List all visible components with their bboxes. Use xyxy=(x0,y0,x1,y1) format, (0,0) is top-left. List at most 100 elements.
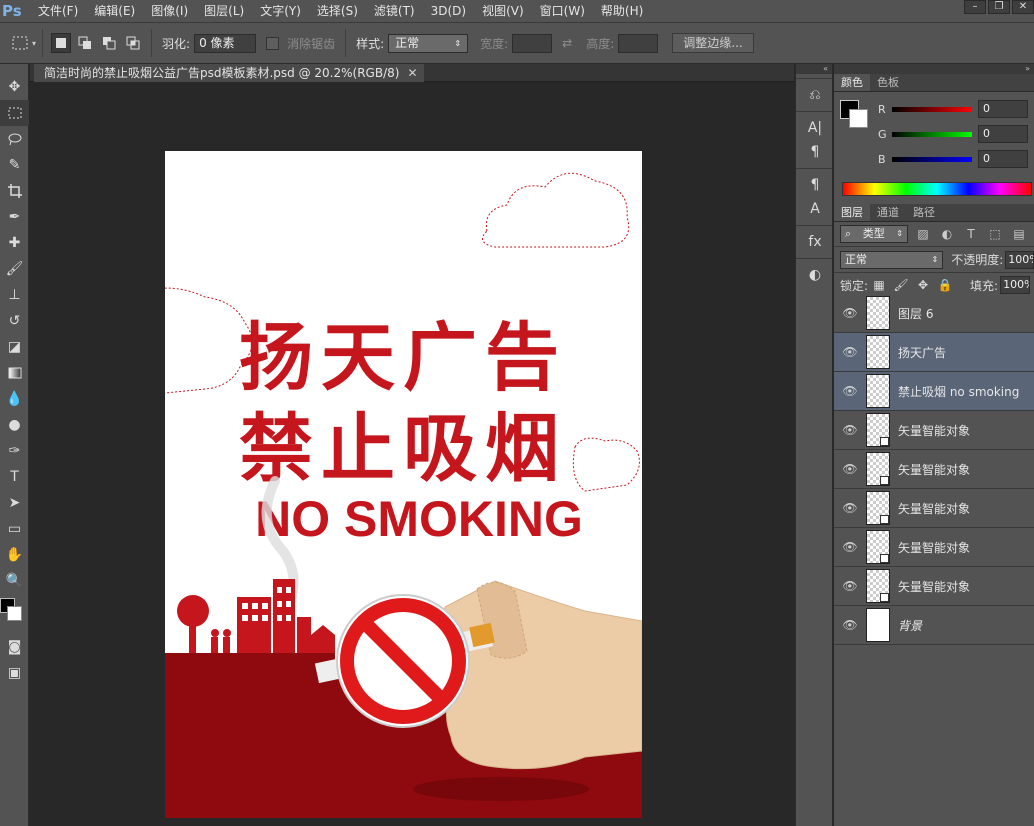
tab-layers[interactable]: 图层 xyxy=(834,204,870,221)
blue-slider[interactable] xyxy=(892,156,972,162)
menu-file[interactable]: 文件(F) xyxy=(30,0,86,22)
layer-row[interactable]: 👁 背景 xyxy=(834,606,1034,645)
antialias-checkbox[interactable] xyxy=(266,36,280,50)
color-panel-background[interactable] xyxy=(849,109,868,128)
document-canvas[interactable]: 扬天广告 禁止吸烟 NO SMOKING xyxy=(165,151,642,818)
document-tab[interactable]: 简洁时尚的禁止吸烟公益广告psd模板素材.psd @ 20.2%(RGB/8) … xyxy=(34,64,424,82)
menu-image[interactable]: 图像(I) xyxy=(143,0,196,22)
feather-input[interactable]: 0 像素 xyxy=(194,33,257,53)
menu-filter[interactable]: 滤镜(T) xyxy=(366,0,423,22)
layer-row[interactable]: 👁 禁止吸烟 no smoking xyxy=(834,372,1034,411)
visibility-eye-icon[interactable]: 👁 xyxy=(834,618,866,632)
eyedropper-tool-icon[interactable]: ✒ xyxy=(0,204,29,230)
filter-pixel-icon[interactable]: ▨ xyxy=(914,227,932,241)
type-tool-icon[interactable]: T xyxy=(0,464,29,490)
opacity-input[interactable]: 100% xyxy=(1005,250,1034,269)
visibility-eye-icon[interactable]: 👁 xyxy=(834,579,866,593)
visibility-eye-icon[interactable]: 👁 xyxy=(834,345,866,359)
swap-icon[interactable]: ⇄ xyxy=(562,36,572,50)
menu-select[interactable]: 选择(S) xyxy=(309,0,366,22)
screen-mode-icon[interactable]: ▣ xyxy=(0,660,29,686)
menu-type[interactable]: 文字(Y) xyxy=(252,0,309,22)
collapse-dock-icon[interactable]: « xyxy=(796,64,832,74)
new-selection-icon[interactable] xyxy=(51,33,72,53)
add-selection-icon[interactable] xyxy=(75,33,95,53)
tab-color[interactable]: 颜色 xyxy=(834,74,870,91)
intersect-selection-icon[interactable] xyxy=(123,33,143,53)
subtract-selection-icon[interactable] xyxy=(99,33,119,53)
eraser-tool-icon[interactable]: ◪ xyxy=(0,334,29,360)
layer-row[interactable]: 👁 图层 6 xyxy=(834,294,1034,333)
style-select[interactable]: 正常 ⇕ xyxy=(388,33,469,53)
layer-row[interactable]: 👁 扬天广告 xyxy=(834,333,1034,372)
lock-pixels-icon[interactable]: 🖌 xyxy=(890,278,912,292)
healing-tool-icon[interactable]: ✚ xyxy=(0,230,29,256)
visibility-eye-icon[interactable]: 👁 xyxy=(834,540,866,554)
visibility-eye-icon[interactable]: 👁 xyxy=(834,462,866,476)
layer-style-icon[interactable]: fx xyxy=(796,230,834,254)
lock-position-icon[interactable]: ✥ xyxy=(912,278,934,292)
width-input[interactable] xyxy=(512,33,553,53)
layer-row[interactable]: 👁 矢量智能对象 xyxy=(834,411,1034,450)
menu-help[interactable]: 帮助(H) xyxy=(593,0,651,22)
quick-select-tool-icon[interactable]: ✎ xyxy=(0,152,29,178)
red-slider[interactable] xyxy=(892,106,972,112)
menu-edit[interactable]: 编辑(E) xyxy=(86,0,143,22)
lasso-tool-icon[interactable] xyxy=(0,126,29,152)
tab-swatches[interactable]: 色板 xyxy=(870,74,906,91)
menu-window[interactable]: 窗口(W) xyxy=(532,0,593,22)
toolbar-grip[interactable] xyxy=(0,64,28,74)
adjustments-panel-icon[interactable]: ◐ xyxy=(796,263,834,287)
menu-3d[interactable]: 3D(D) xyxy=(423,0,474,22)
filter-type-icon[interactable]: T xyxy=(962,227,980,241)
filter-shape-icon[interactable]: ⬚ xyxy=(986,227,1004,241)
visibility-eye-icon[interactable]: 👁 xyxy=(834,501,866,515)
menu-layer[interactable]: 图层(L) xyxy=(196,0,252,22)
collapse-panels-icon[interactable]: » xyxy=(834,64,1034,74)
visibility-eye-icon[interactable]: 👁 xyxy=(834,306,866,320)
blur-tool-icon[interactable]: 💧 xyxy=(0,386,29,412)
layer-row[interactable]: 👁 矢量智能对象 xyxy=(834,489,1034,528)
tab-channels[interactable]: 通道 xyxy=(870,204,906,221)
green-slider[interactable] xyxy=(892,131,972,137)
refine-edge-button[interactable]: 调整边缘... xyxy=(672,33,754,53)
close-tab-icon[interactable]: ✕ xyxy=(407,64,417,82)
paragraph-style-icon[interactable]: ¶ xyxy=(796,173,834,197)
layer-row[interactable]: 👁 矢量智能对象 xyxy=(834,567,1034,606)
blend-mode-select[interactable]: 正常 ⇕ xyxy=(840,250,944,269)
paragraph-panel-icon[interactable]: ¶ xyxy=(796,140,834,164)
quick-mask-icon[interactable]: ◙ xyxy=(0,634,29,660)
character-panel-icon[interactable]: A| xyxy=(796,116,834,140)
blue-value-input[interactable]: 0 xyxy=(978,150,1028,168)
visibility-eye-icon[interactable]: 👁 xyxy=(834,384,866,398)
filter-adjustment-icon[interactable]: ◐ xyxy=(938,227,956,241)
maximize-icon[interactable]: ❐ xyxy=(988,0,1010,14)
pen-tool-icon[interactable]: ✑ xyxy=(0,438,29,464)
path-select-tool-icon[interactable]: ➤ xyxy=(0,490,29,516)
marquee-tool-icon[interactable] xyxy=(0,100,29,126)
chevron-down-icon[interactable]: ▾ xyxy=(32,39,36,48)
close-icon[interactable]: ✕ xyxy=(1012,0,1034,14)
marquee-preset-icon[interactable] xyxy=(10,33,30,53)
height-input[interactable] xyxy=(618,33,659,53)
minimize-icon[interactable]: – xyxy=(964,0,986,14)
layer-row[interactable]: 👁 矢量智能对象 xyxy=(834,528,1034,567)
green-value-input[interactable]: 0 xyxy=(978,125,1028,143)
hand-tool-icon[interactable]: ✋ xyxy=(0,542,29,568)
layer-filter-select[interactable]: ⌕ 类型 ⇕ xyxy=(840,225,908,243)
stamp-tool-icon[interactable]: ⊥ xyxy=(0,282,29,308)
background-color-swatch[interactable] xyxy=(7,606,22,621)
brush-tool-icon[interactable]: 🖌 xyxy=(0,256,29,282)
red-value-input[interactable]: 0 xyxy=(978,100,1028,118)
history-brush-icon[interactable]: ↺ xyxy=(0,308,29,334)
layer-row[interactable]: 👁 矢量智能对象 xyxy=(834,450,1034,489)
crop-tool-icon[interactable] xyxy=(0,178,29,204)
color-spectrum-ramp[interactable] xyxy=(842,182,1032,196)
tab-paths[interactable]: 路径 xyxy=(906,204,942,221)
history-panel-icon[interactable]: ⎌ xyxy=(796,83,834,107)
move-tool-icon[interactable]: ✥ xyxy=(0,74,29,100)
lock-all-icon[interactable]: 🔒 xyxy=(934,278,956,292)
character-style-icon[interactable]: A xyxy=(796,197,834,221)
lock-transparent-icon[interactable]: ▦ xyxy=(868,278,890,292)
canvas-area[interactable]: 扬天广告 禁止吸烟 NO SMOKING xyxy=(30,82,794,826)
